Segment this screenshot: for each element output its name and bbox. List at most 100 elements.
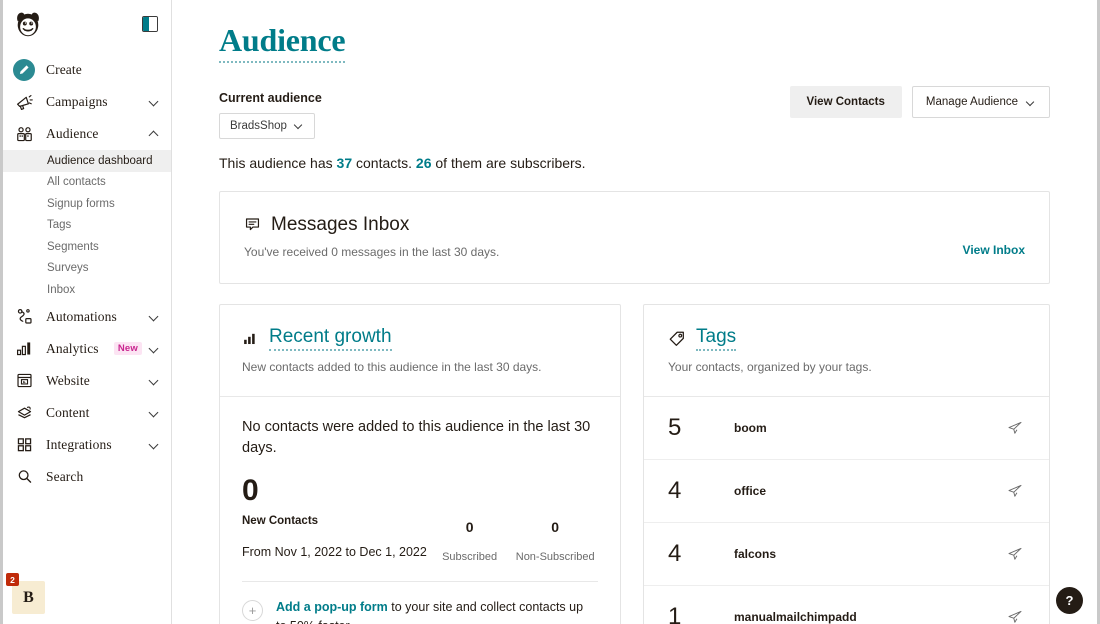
top-actions: View Contacts Manage Audience <box>789 86 1050 118</box>
paper-plane-icon[interactable] <box>1005 609 1025 624</box>
tag-name: office <box>734 483 767 498</box>
growth-date-range: From Nov 1, 2022 to Dec 1, 2022 <box>242 544 427 559</box>
table-row[interactable]: 1 manualmailchimpadd <box>644 586 1049 624</box>
audience-selector[interactable]: BradsShop <box>219 112 315 139</box>
sidebar-item-search[interactable]: Search <box>3 461 171 493</box>
tag-count: 5 <box>668 413 682 441</box>
sidebar-item-automations[interactable]: Automations <box>3 301 171 333</box>
grid-icon <box>13 434 35 456</box>
view-inbox-link[interactable]: View Inbox <box>963 243 1025 257</box>
messages-inbox-header: Messages Inbox <box>244 214 1025 236</box>
main-content: Audience Current audience BradsShop This… <box>172 0 1097 624</box>
recent-growth-header: Recent growth New contacts added to this… <box>220 305 620 397</box>
page-title[interactable]: Audience <box>219 22 346 63</box>
sidebar-item-label: Website <box>46 372 90 388</box>
message-bubble-icon <box>244 216 261 233</box>
sidebar-item-all-contacts[interactable]: All contacts <box>3 172 171 194</box>
mailchimp-logo-icon[interactable] <box>13 9 43 39</box>
table-row[interactable]: 4 office <box>644 460 1049 523</box>
panel-toggle-empty <box>149 17 157 31</box>
tag-count: 4 <box>668 476 682 504</box>
sidebar-item-audience[interactable]: Audience <box>3 118 171 150</box>
plus-circle-icon[interactable]: + <box>242 599 263 621</box>
chevron-down-icon <box>149 408 159 418</box>
subscribed-label: Subscribed <box>442 550 498 563</box>
sidebar-item-signup-forms[interactable]: Signup forms <box>3 193 171 215</box>
recent-growth-title[interactable]: Recent growth <box>269 326 392 351</box>
automations-icon <box>13 306 35 328</box>
sidebar-item-tags[interactable]: Tags <box>3 215 171 237</box>
sidebar-item-surveys[interactable]: Surveys <box>3 258 171 280</box>
sidebar-item-label: Campaigns <box>46 94 108 109</box>
paper-plane-icon[interactable] <box>1005 546 1025 562</box>
paper-plane-icon[interactable] <box>1005 420 1025 436</box>
new-contacts-label: New Contacts <box>242 514 319 527</box>
recent-growth-body: No contacts were added to this audience … <box>220 397 620 624</box>
mailchimp-audience-dashboard: Create Campaigns Audience Audience dashb… <box>0 0 1100 624</box>
chevron-down-icon <box>149 344 159 354</box>
view-contacts-button[interactable]: View Contacts <box>789 86 902 118</box>
new-contacts-value: 0 <box>242 473 259 507</box>
chevron-down-icon <box>149 97 159 107</box>
sidebar-item-label: Create <box>46 62 82 77</box>
manage-audience-button[interactable]: Manage Audience <box>911 86 1050 118</box>
sidebar-item-label: Analytics <box>46 340 99 356</box>
help-button[interactable]: ? <box>1056 587 1083 614</box>
subscribed-block: 0 Subscribed <box>427 515 513 563</box>
sidebar-item-create[interactable]: Create <box>3 54 171 86</box>
audience-subnav: Audience dashboard All contacts Signup f… <box>3 150 171 301</box>
sidebar-item-content[interactable]: Content <box>3 397 171 429</box>
paper-plane-icon[interactable] <box>1005 483 1025 499</box>
sidebar-item-segments[interactable]: Segments <box>3 236 171 258</box>
tags-header: Tags Your contacts, organized by your ta… <box>644 305 1049 397</box>
content-icon <box>13 402 35 424</box>
stats-suffix: of them are subscribers. <box>431 154 586 171</box>
panel-toggle-icon[interactable] <box>142 16 158 32</box>
sidebar-item-label: Search <box>46 468 84 484</box>
chevron-down-icon <box>149 312 159 322</box>
tags-subtitle: Your contacts, organized by your tags. <box>668 359 872 374</box>
subnav-label: Inbox <box>47 283 76 296</box>
sidebar-item-label: Integrations <box>46 436 112 452</box>
tags-title[interactable]: Tags <box>696 326 737 351</box>
subscribed-value: 0 <box>465 518 474 535</box>
sidebar-item-label: Content <box>46 404 90 420</box>
sidebar-item-label: Automations <box>46 308 117 324</box>
chevron-down-icon <box>149 440 159 450</box>
recent-growth-column: Recent growth New contacts added to this… <box>219 303 621 624</box>
new-contacts-block: New Contacts From Nov 1, 2022 to Dec 1, … <box>242 515 427 559</box>
table-row[interactable]: 4 falcons <box>644 523 1049 586</box>
bar-chart-icon <box>242 330 259 347</box>
subnav-label: Segments <box>47 240 99 253</box>
table-row[interactable]: 5 boom <box>644 397 1049 460</box>
sidebar-item-campaigns[interactable]: Campaigns <box>3 86 171 118</box>
contacts-count: 37 <box>336 154 353 171</box>
recent-growth-subtitle: New contacts added to this audience in t… <box>242 359 542 374</box>
sidebar: Create Campaigns Audience Audience dashb… <box>3 0 172 624</box>
subnav-label: All contacts <box>47 176 106 189</box>
sidebar-item-analytics[interactable]: Analytics New <box>3 333 171 365</box>
chevron-down-icon <box>294 121 304 130</box>
chevron-down-icon <box>1026 98 1036 107</box>
pencil-icon <box>13 59 35 81</box>
subnav-label: Audience dashboard <box>47 154 153 167</box>
add-popup-form-link[interactable]: Add a pop-up form <box>276 600 388 614</box>
popup-form-promo: + Add a pop-up form to your site and col… <box>242 580 598 624</box>
non-subscribed-block: 0 Non-Subscribed <box>512 515 598 563</box>
bar-chart-icon <box>13 338 35 360</box>
sidebar-item-audience-dashboard[interactable]: Audience dashboard <box>3 150 171 172</box>
messages-inbox-title: Messages Inbox <box>271 213 410 235</box>
messages-inbox-subtitle: You've received 0 messages in the last 3… <box>244 244 500 259</box>
sidebar-item-inbox[interactable]: Inbox <box>3 279 171 301</box>
audience-stats-line: This audience has 37 contacts. 26 of the… <box>219 155 1050 171</box>
audience-selector-value: BradsShop <box>230 119 287 132</box>
sidebar-item-website[interactable]: Website <box>3 365 171 397</box>
new-badge: New <box>113 341 142 356</box>
manage-audience-label: Manage Audience <box>925 96 1018 108</box>
tag-count: 4 <box>668 539 682 567</box>
account-avatar-wrap[interactable]: B 2 <box>6 573 45 614</box>
non-subscribed-label: Non-Subscribed <box>515 550 595 563</box>
notification-badge: 2 <box>6 573 19 586</box>
chevron-up-icon <box>149 129 159 139</box>
sidebar-item-integrations[interactable]: Integrations <box>3 429 171 461</box>
